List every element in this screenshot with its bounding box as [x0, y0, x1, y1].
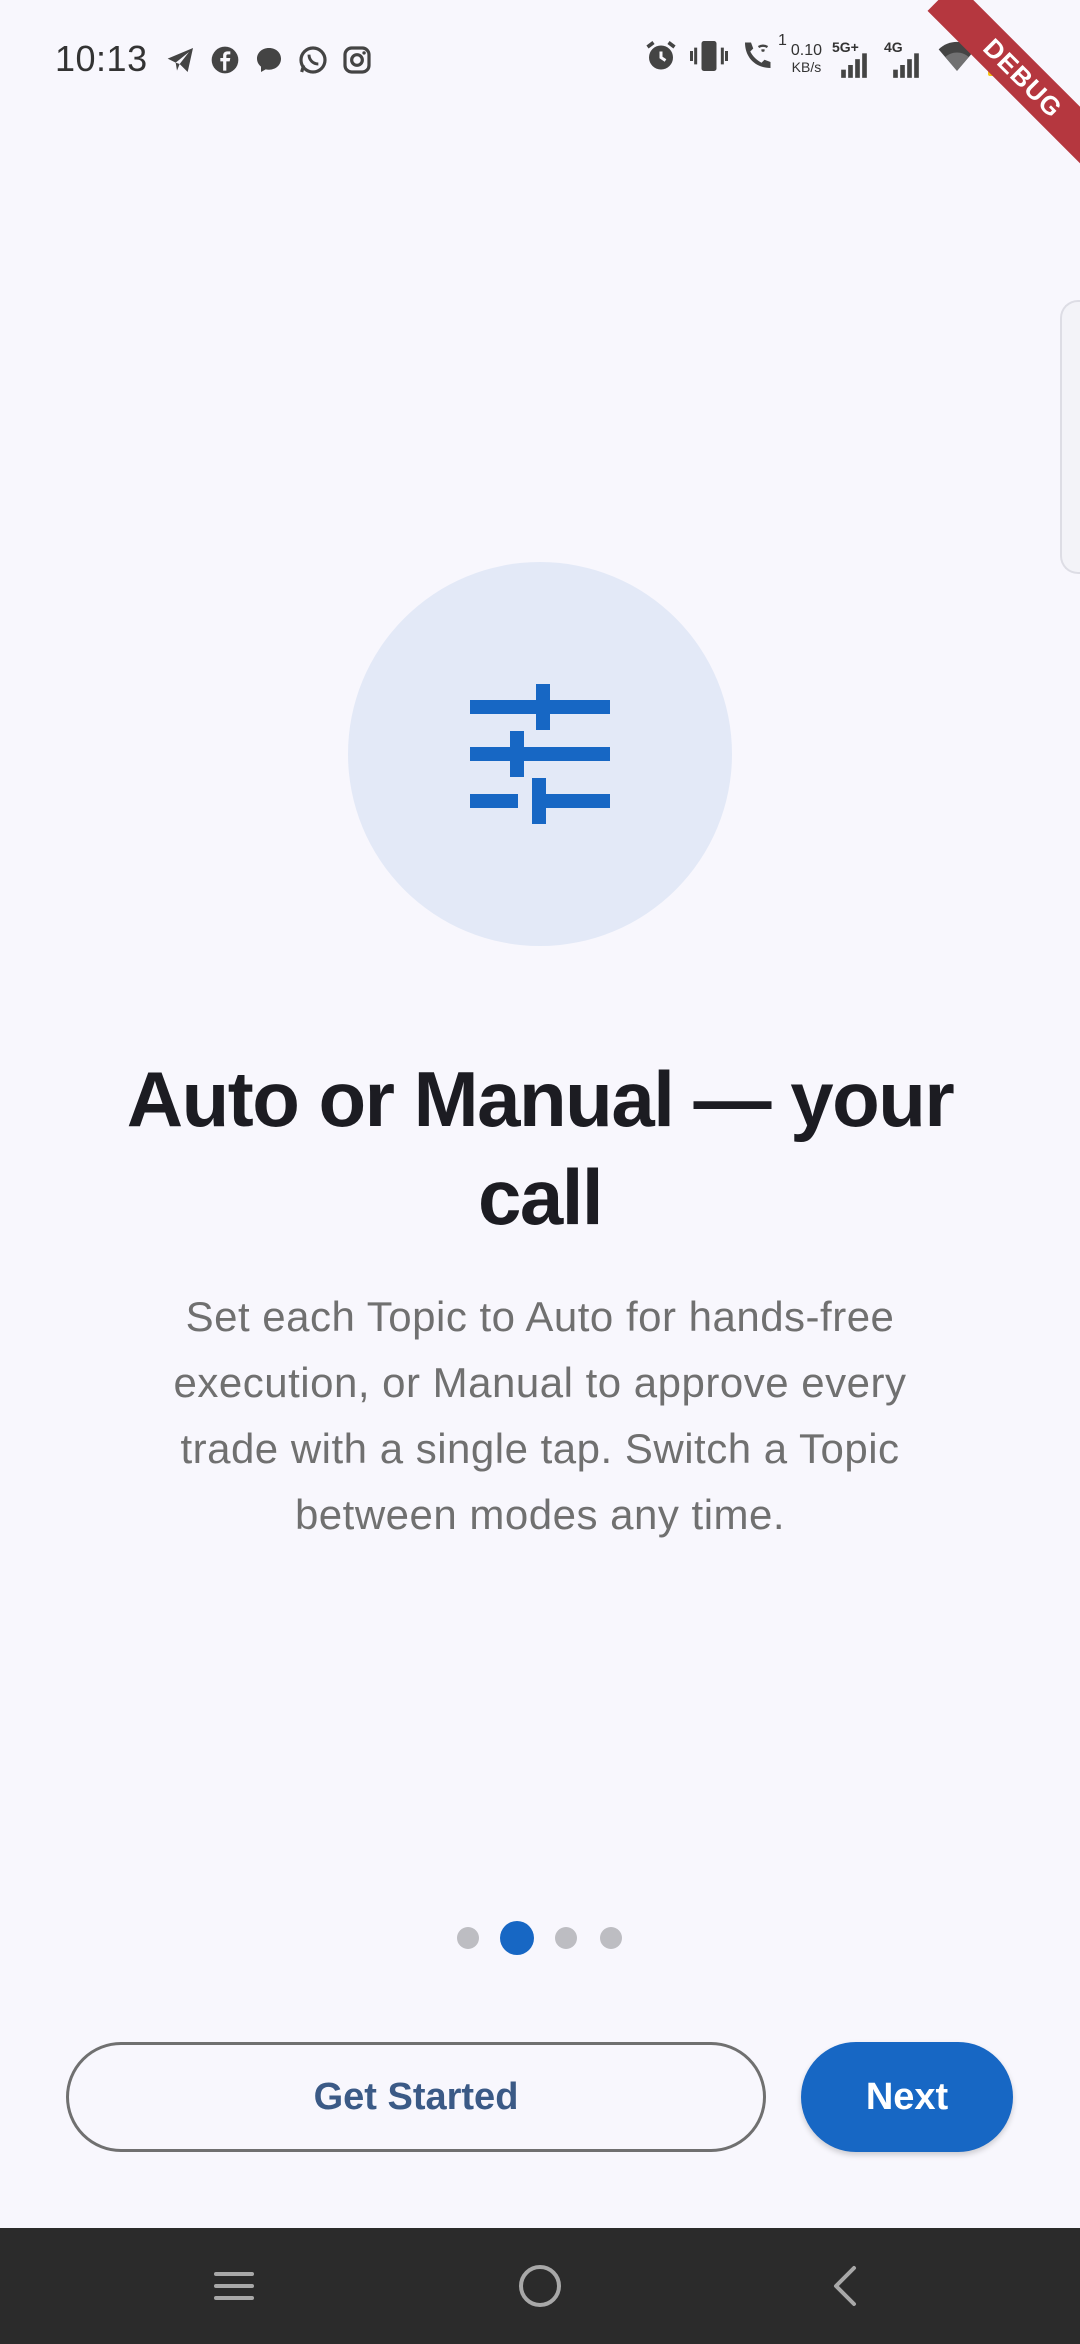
onboarding-title: Auto or Manual — your call — [126, 1055, 955, 1241]
edge-panel-handle[interactable] — [1060, 300, 1080, 574]
back-icon[interactable] — [820, 2260, 872, 2312]
wifi-calling-badge: 1 — [777, 32, 787, 49]
sliders-icon — [470, 684, 610, 824]
signal-5g-icon: 5G+ — [832, 39, 874, 79]
next-button[interactable]: Next — [801, 2042, 1013, 2152]
status-bar: 10:13 1 0.10 KB/s 5G+ 4G — [0, 0, 1080, 120]
network-speed: 0.10 KB/s — [790, 41, 822, 75]
page-dot-3[interactable] — [555, 1927, 577, 1949]
whatsapp-icon — [297, 44, 329, 81]
get-started-button[interactable]: Get Started — [66, 2042, 766, 2152]
status-time: 10:13 — [55, 38, 148, 79]
instagram-icon — [341, 44, 373, 81]
notification-icons — [165, 44, 373, 81]
telegram-icon — [165, 44, 197, 81]
system-navigation-bar — [0, 2228, 1080, 2344]
wifi-calling-icon: 1 — [739, 32, 787, 81]
onboarding-description: Set each Topic to Auto for hands-free ex… — [173, 1293, 907, 1538]
vibrate-icon — [689, 36, 729, 81]
menu-icon[interactable] — [208, 2260, 260, 2312]
page-dot-1[interactable] — [457, 1927, 479, 1949]
messenger-icon — [253, 44, 285, 81]
page-dot-2-active[interactable] — [500, 1921, 534, 1955]
hero-illustration — [348, 562, 732, 946]
page-dot-4[interactable] — [600, 1927, 622, 1949]
facebook-icon — [209, 44, 241, 81]
alarm-icon — [643, 36, 679, 81]
network-speed-unit: KB/s — [791, 58, 822, 75]
system-icons: 1 0.10 KB/s 5G+ 4G — [643, 32, 1000, 81]
home-icon[interactable] — [514, 2260, 566, 2312]
network-speed-value: 0.10 — [790, 41, 822, 59]
signal-4g-icon: 4G — [884, 39, 926, 79]
page-indicator — [0, 1920, 1080, 1956]
